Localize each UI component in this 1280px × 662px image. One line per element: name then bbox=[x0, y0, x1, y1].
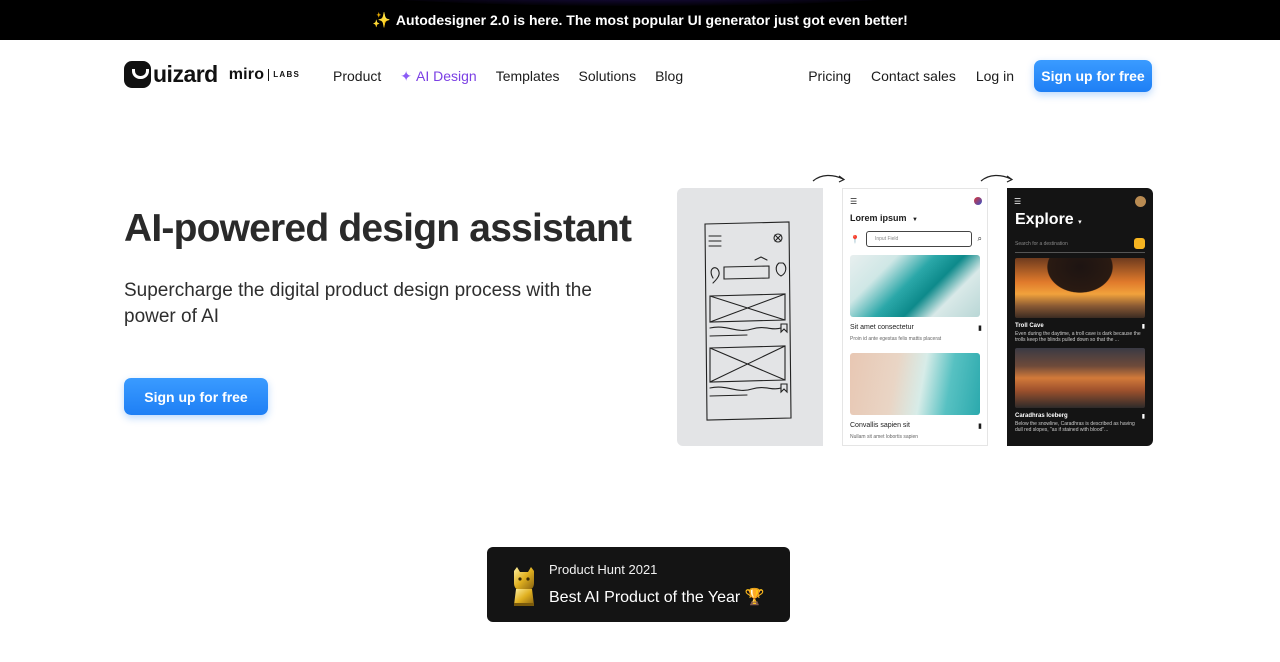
primary-nav: Product ✦ AI Design Templates Solutions … bbox=[333, 40, 683, 112]
nav-ai-design-label: AI Design bbox=[415, 68, 477, 84]
arrow-icon bbox=[980, 174, 1014, 183]
badge-line-1: Product Hunt 2021 bbox=[549, 562, 658, 577]
light-mock-card-2-caption: Convallis sapien sit ▮ bbox=[850, 422, 982, 430]
hamburger-icon: ☰ bbox=[850, 197, 858, 206]
dark-mock-search: Search for a destination bbox=[1015, 238, 1145, 253]
uizard-logo-icon bbox=[124, 61, 151, 88]
nav-contact-sales[interactable]: Contact sales bbox=[871, 68, 956, 84]
light-mock-header: ☰ bbox=[850, 197, 982, 206]
hamburger-icon: ☰ bbox=[1014, 197, 1022, 206]
dark-mock-card-1-title: Troll Cave bbox=[1015, 323, 1044, 329]
announcement-bar[interactable]: ✨ Autodesigner 2.0 is here. The most pop… bbox=[0, 0, 1280, 40]
dark-mock-search-placeholder: Search for a destination bbox=[1015, 240, 1068, 247]
header-signup-button[interactable]: Sign up for free bbox=[1034, 60, 1152, 92]
site-header: uizard miro LABS Product ✦ AI Design Tem… bbox=[0, 40, 1280, 112]
dark-app-mockup: ☰ Explore ▾ Search for a destination Tro… bbox=[1007, 188, 1153, 446]
secondary-nav: Pricing Contact sales Log in Sign up for… bbox=[808, 40, 1152, 112]
sketch-drawing bbox=[704, 221, 792, 421]
miro-divider bbox=[268, 68, 270, 81]
badge-line-2: Best AI Product of the Year 🏆 bbox=[549, 589, 765, 606]
hero-title: AI-powered design assistant bbox=[124, 207, 632, 250]
golden-kitty-icon bbox=[514, 567, 534, 606]
miro-labs-logo: miro LABS bbox=[229, 66, 300, 84]
dark-mock-card-2-title: Caradhras Iceberg bbox=[1015, 413, 1068, 419]
nav-product[interactable]: Product bbox=[333, 68, 381, 84]
announcement-glow bbox=[320, 0, 960, 6]
dark-mock-title-text: Explore bbox=[1015, 211, 1074, 228]
arrow-icon bbox=[812, 174, 846, 183]
nav-templates[interactable]: Templates bbox=[496, 68, 560, 84]
bookmark-icon: ▮ bbox=[1141, 324, 1145, 330]
avatar bbox=[974, 197, 982, 205]
sparkles-icon: ✦ bbox=[400, 67, 412, 84]
bookmark-icon: ▮ bbox=[1141, 414, 1145, 420]
light-mock-search-row: 📍 Input Field ⌕ bbox=[850, 231, 982, 247]
dark-mock-card-1-desc: Even during the daytime, a troll cave is… bbox=[1015, 331, 1141, 343]
product-hunt-badge[interactable]: Product Hunt 2021 Best AI Product of the… bbox=[487, 547, 790, 622]
light-mock-image-2 bbox=[850, 353, 980, 415]
light-mock-card-1-title: Sit amet consectetur bbox=[850, 324, 914, 331]
light-mock-input: Input Field bbox=[865, 231, 972, 247]
dark-mock-card-2-caption: Caradhras Iceberg ▮ bbox=[1015, 413, 1145, 420]
chevron-down-icon: ▾ bbox=[1078, 219, 1082, 226]
dark-mock-card-1-caption: Troll Cave ▮ bbox=[1015, 323, 1145, 330]
bookmark-icon: ▮ bbox=[978, 423, 982, 430]
dark-mock-title: Explore ▾ bbox=[1015, 211, 1082, 229]
wireframe-sketch bbox=[677, 188, 823, 446]
light-mock-card-2-title: Convallis sapien sit bbox=[850, 422, 910, 429]
light-mock-image-1 bbox=[850, 255, 980, 317]
avatar bbox=[1135, 196, 1146, 207]
light-mock-card-1-desc: Proin id ante egestas felis mattis place… bbox=[850, 336, 942, 342]
hero-subtitle: Supercharge the digital product design p… bbox=[124, 280, 592, 327]
miro-wordmark: miro bbox=[228, 65, 265, 83]
light-mock-card-2-desc: Nullam sit amet lobortis sapien bbox=[850, 434, 919, 440]
nav-log-in[interactable]: Log in bbox=[976, 68, 1014, 84]
nav-solutions[interactable]: Solutions bbox=[579, 68, 637, 84]
dark-mock-card-2-desc: Below the snowline, Caradhras is describ… bbox=[1015, 421, 1135, 433]
labs-wordmark: LABS bbox=[273, 70, 301, 79]
nav-blog[interactable]: Blog bbox=[655, 68, 683, 84]
sparkles-icon: ✨ bbox=[372, 12, 391, 29]
logo[interactable]: uizard miro LABS bbox=[124, 61, 300, 88]
nav-ai-design[interactable]: ✦ AI Design bbox=[400, 68, 476, 85]
logo-wordmark: uizard bbox=[153, 61, 218, 87]
light-app-mockup: ☰ Lorem ipsum ▼ 📍 Input Field ⌕ Sit amet… bbox=[842, 188, 988, 446]
dark-mock-image-1 bbox=[1015, 258, 1145, 318]
search-icon: ⌕ bbox=[977, 234, 982, 243]
hero-signup-button[interactable]: Sign up for free bbox=[124, 378, 268, 415]
light-mock-title: Lorem ipsum ▼ bbox=[850, 213, 918, 223]
search-icon bbox=[1134, 238, 1145, 249]
dark-mock-image-2 bbox=[1015, 348, 1145, 408]
location-pin-icon: 📍 bbox=[850, 234, 860, 244]
light-mock-title-text: Lorem ipsum bbox=[850, 213, 907, 223]
light-mock-card-1-caption: Sit amet consectetur ▮ bbox=[850, 324, 982, 332]
bookmark-icon: ▮ bbox=[978, 325, 982, 332]
hero-visual: ☰ Lorem ipsum ▼ 📍 Input Field ⌕ Sit amet… bbox=[677, 174, 1153, 446]
dark-mock-header: ☰ bbox=[1014, 196, 1146, 207]
nav-pricing[interactable]: Pricing bbox=[808, 68, 851, 84]
announcement-text[interactable]: Autodesigner 2.0 is here. The most popul… bbox=[396, 12, 908, 28]
chevron-down-icon: ▼ bbox=[912, 217, 918, 223]
